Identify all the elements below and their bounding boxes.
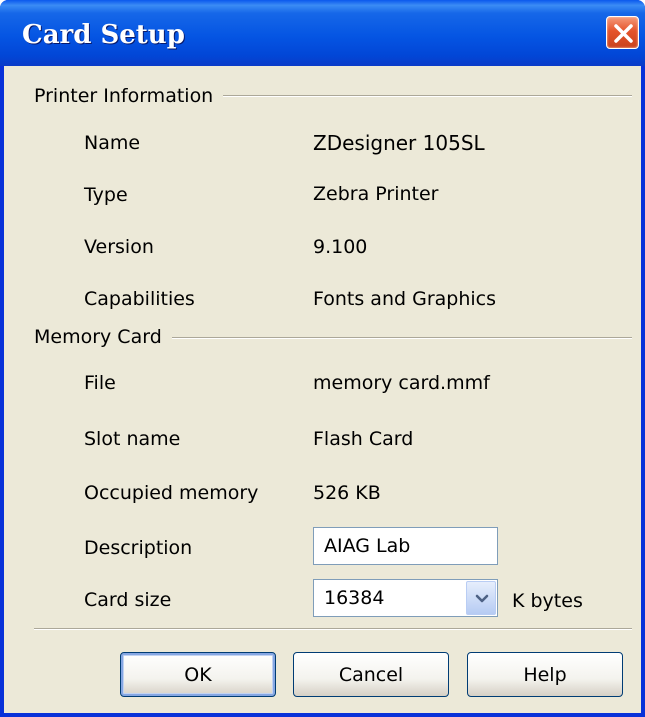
button-separator — [34, 628, 632, 630]
version-label: Version — [84, 236, 154, 258]
chevron-down-icon — [475, 594, 489, 603]
card-size-dropdown[interactable]: 16384 — [313, 579, 498, 617]
description-label: Description — [84, 537, 193, 559]
occupied-memory-label: Occupied memory — [84, 482, 259, 504]
type-value: Zebra Printer — [313, 183, 439, 205]
file-label: File — [84, 372, 116, 394]
slot-name-label: Slot name — [84, 428, 181, 450]
version-value: 9.100 — [313, 236, 368, 258]
card-size-unit: K bytes — [512, 590, 583, 612]
title-bar[interactable]: Card Setup — [0, 0, 645, 66]
cancel-button[interactable]: Cancel — [293, 652, 449, 697]
close-button[interactable] — [606, 16, 639, 49]
name-value: ZDesigner 105SL — [313, 131, 485, 155]
description-input[interactable] — [314, 528, 497, 564]
window-bottom-border — [0, 713, 645, 717]
card-setup-dialog: Card Setup Printer Information Name ZDes… — [0, 0, 645, 717]
help-button[interactable]: Help — [467, 652, 623, 697]
close-icon — [614, 24, 633, 43]
memory-card-heading: Memory Card — [34, 326, 172, 348]
dialog-title: Card Setup — [22, 20, 185, 50]
capabilities-label: Capabilities — [84, 288, 195, 310]
description-field[interactable] — [313, 527, 498, 565]
name-label: Name — [84, 132, 141, 154]
card-size-dropdown-button[interactable] — [466, 581, 496, 615]
slot-name-value: Flash Card — [313, 428, 414, 450]
ok-button[interactable]: OK — [120, 652, 276, 697]
type-label: Type — [84, 184, 128, 206]
capabilities-value: Fonts and Graphics — [313, 288, 496, 310]
dialog-body: Printer Information Name ZDesigner 105SL… — [4, 66, 641, 713]
card-size-label: Card size — [84, 589, 172, 611]
file-value: memory card.mmf — [313, 372, 490, 394]
occupied-memory-value: 526 KB — [313, 482, 381, 504]
printer-info-heading: Printer Information — [34, 85, 224, 107]
card-size-value: 16384 — [324, 587, 385, 609]
